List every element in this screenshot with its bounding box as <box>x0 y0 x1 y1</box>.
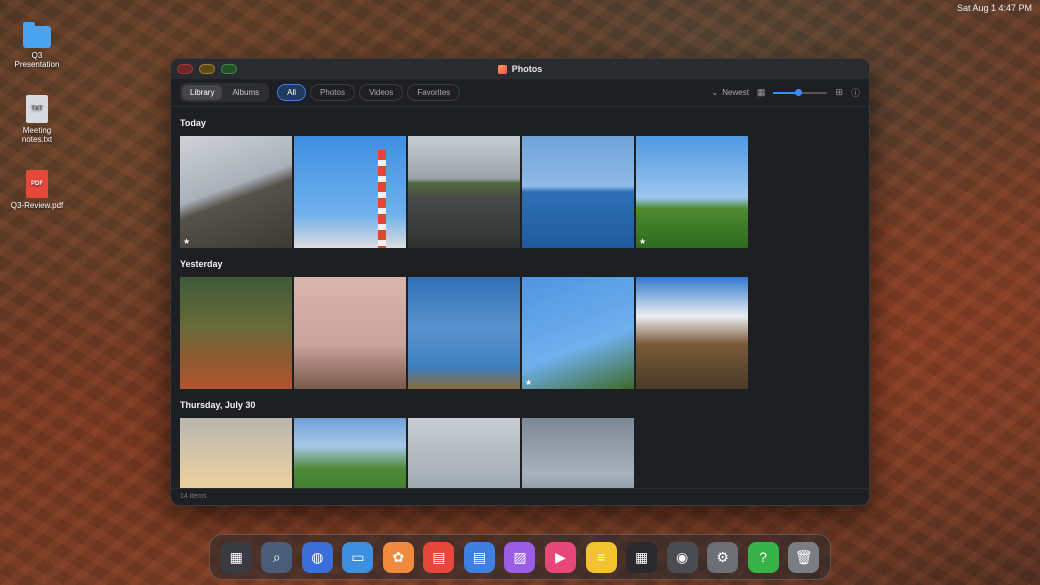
desktop-icon-q3-review[interactable]: PDF Q3-Review.pdf <box>9 170 65 210</box>
photo-thumbnail[interactable]: ★ <box>636 136 748 248</box>
photo-thumbnail[interactable] <box>408 136 520 248</box>
filter-all[interactable]: All <box>277 84 307 101</box>
photo-grid: ★ <box>180 277 860 389</box>
photos-icon[interactable]: ✿ <box>382 541 414 573</box>
photo-thumbnail[interactable] <box>522 418 634 489</box>
view-switcher: Library Albums <box>180 83 270 102</box>
finder-search-icon[interactable]: ⌕ <box>261 541 293 573</box>
info-icon[interactable]: ⓘ <box>851 86 860 99</box>
photo-thumbnail[interactable]: ★ <box>522 277 634 389</box>
calculator-icon[interactable]: ▦ <box>626 541 658 573</box>
favorite-star-icon: ★ <box>183 237 191 246</box>
large-grid-icon[interactable]: ⊞ <box>835 87 843 98</box>
window-title: Photos <box>511 64 543 74</box>
desktop-icon-q3-presentation[interactable]: Q3 Presentation <box>9 22 65 69</box>
tab-library[interactable]: Library <box>182 85 223 100</box>
section-title: Today <box>180 118 206 128</box>
photo-thumbnail[interactable] <box>294 277 406 389</box>
folder-icon <box>23 22 51 48</box>
photo-thumbnail[interactable] <box>408 418 520 489</box>
notes-icon[interactable]: ≡ <box>585 541 617 573</box>
photo-grid <box>180 418 860 489</box>
photo-thumbnail[interactable] <box>522 136 634 248</box>
toolbar: Library Albums All Photos Videos Favorit… <box>171 79 869 107</box>
filter-videos[interactable]: Videos <box>358 84 404 101</box>
txt-file-icon: TXT <box>26 95 48 123</box>
chevron-down-icon: ⌄ <box>711 88 719 97</box>
zoom-slider[interactable] <box>773 88 828 96</box>
dock: ▦ ⌕ ◍ ▭ ✿ ▤ ▤ ▨ ▶ ≡ ▦ ◉ ⚙? 🗑 <box>209 534 831 580</box>
desktop-icon-label: Q3-Review.pdf <box>10 201 64 210</box>
photo-library: Today ★ ★ Yesterday ★ Thursday, July 30 <box>171 107 869 489</box>
maximize-button[interactable] <box>221 64 237 74</box>
desktop-icon-label: Q3 Presentation <box>14 51 60 69</box>
pdf-icon[interactable]: ▤ <box>423 541 455 573</box>
files-icon[interactable]: ▭ <box>342 541 374 573</box>
sort-label: Newest <box>722 88 749 97</box>
sort-dropdown[interactable]: ⌄ Newest <box>712 88 749 97</box>
menubar-clock: Sat Aug 1 4:47 PM <box>956 3 1032 13</box>
close-button[interactable] <box>177 64 193 74</box>
section-title: Yesterday <box>180 259 223 269</box>
small-grid-icon[interactable]: ▦ <box>757 87 766 98</box>
favorite-star-icon: ★ <box>525 378 533 387</box>
help-icon[interactable]: ? <box>747 541 779 573</box>
settings-icon[interactable]: ⚙ <box>707 541 739 573</box>
photo-thumbnail[interactable] <box>294 418 406 489</box>
section-yesterday: Yesterday ★ <box>180 259 860 389</box>
photos-window: Photos Library Albums All Photos Videos … <box>170 58 870 506</box>
photo-grid: ★ ★ <box>180 136 860 248</box>
section-today: Today ★ ★ <box>180 118 860 248</box>
minimize-button[interactable] <box>199 64 215 74</box>
desktop-icon-label: Meeting notes.txt <box>21 126 53 144</box>
zoom-slider-knob[interactable] <box>794 88 802 96</box>
photo-thumbnail[interactable] <box>636 277 748 389</box>
photo-thumbnail[interactable] <box>180 277 292 389</box>
photos-app-icon <box>497 64 507 74</box>
trash-icon[interactable]: 🗑 <box>788 541 820 573</box>
section-title: Thursday, July 30 <box>180 400 256 410</box>
status-bar: 14 items <box>171 488 869 505</box>
browser-icon[interactable]: ◍ <box>301 541 333 573</box>
docs-icon[interactable]: ▤ <box>463 541 495 573</box>
photo-thumbnail[interactable]: ★ <box>180 136 292 248</box>
pdf-file-icon: PDF <box>26 170 48 198</box>
gallery-icon[interactable]: ▨ <box>504 541 536 573</box>
photo-thumbnail[interactable] <box>294 136 406 248</box>
camera-icon[interactable]: ◉ <box>666 541 698 573</box>
title-bar[interactable]: Photos <box>171 59 869 79</box>
filter-bar: All Photos Videos Favorites <box>277 84 461 101</box>
launchpad-icon[interactable]: ▦ <box>220 541 252 573</box>
filter-favorites[interactable]: Favorites <box>407 84 461 101</box>
filter-photos[interactable]: Photos <box>310 84 355 101</box>
media-player-icon[interactable]: ▶ <box>545 541 577 573</box>
photo-thumbnail[interactable] <box>180 418 292 489</box>
tab-albums[interactable]: Albums <box>224 85 267 100</box>
desktop-icon-meeting-notes[interactable]: TXT Meeting notes.txt <box>9 95 65 144</box>
photo-thumbnail[interactable] <box>408 277 520 389</box>
section-thursday-july-30: Thursday, July 30 <box>180 400 860 489</box>
favorite-star-icon: ★ <box>639 237 647 246</box>
